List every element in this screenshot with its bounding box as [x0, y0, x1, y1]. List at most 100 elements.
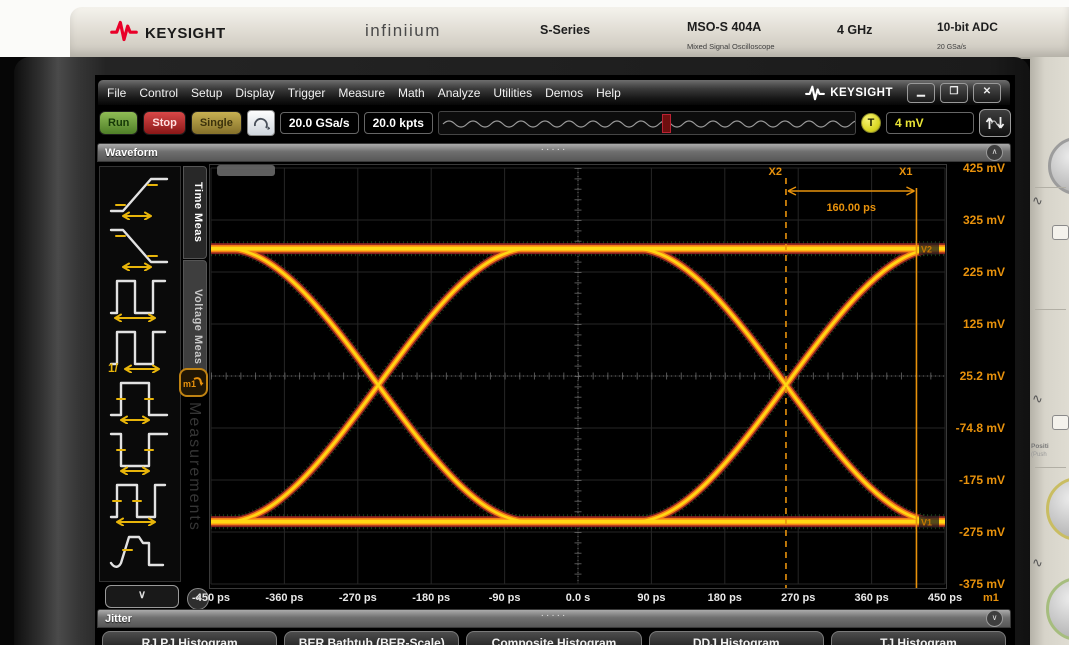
chevron-up-icon[interactable]: ∧ [986, 144, 1003, 161]
svg-text:X1: X1 [899, 166, 912, 178]
measurement-icon-period[interactable] [103, 271, 177, 322]
stop-button[interactable]: Stop [143, 111, 185, 135]
trigger-level-field[interactable]: 4 mV [886, 112, 974, 134]
oscilloscope-screenshot: KEYSIGHT infiniium S-Series MSO-S 404A M… [0, 0, 1069, 645]
measurement-icon-frequency[interactable]: 1/ [103, 322, 177, 373]
measurement-icon-rise-time[interactable] [103, 169, 177, 220]
drag-handle-dots[interactable]: ····· [541, 610, 568, 621]
y-axis-label: 225 mV [963, 265, 1005, 279]
front-panel-label: Positi [1031, 443, 1049, 450]
front-panel-knob-scale[interactable] [1046, 577, 1069, 641]
y-axis-label: -74.8 mV [956, 421, 1005, 435]
measurement-icon-positive-width[interactable] [103, 373, 177, 424]
sample-rate-field[interactable]: 20.0 GSa/s [280, 112, 359, 134]
x-axis-label: 450 ps [928, 592, 962, 604]
front-panel-label: (Push [1031, 452, 1047, 458]
menu-item-control[interactable]: Control [139, 86, 178, 100]
menu-item-utilities[interactable]: Utilities [493, 86, 532, 100]
preview-waveform [439, 112, 855, 134]
toolbar: Run Stop Single 20.0 GSa/s 20.0 kpts T 4… [99, 109, 1011, 137]
touch-gesture-button[interactable] [247, 110, 275, 136]
measurement-icon-overshoot[interactable] [103, 526, 177, 577]
menu-bar: File Control Setup Display Trigger Measure Mat… [97, 79, 1011, 106]
menu-item-math[interactable]: Math [398, 86, 425, 100]
gesture-icon [252, 115, 270, 131]
instrument-bezel: KEYSIGHT infiniium S-Series MSO-S 404A M… [70, 7, 1069, 59]
product-name: infiniium [365, 21, 441, 41]
memory-depth-field[interactable]: 20.0 kpts [364, 112, 433, 134]
acquisition-preview-strip[interactable] [438, 111, 856, 135]
waveform-area: 1/ ∨ Time Meas Voltage Meas Measurements… [97, 164, 1011, 607]
sine-icon: ∿ [1032, 555, 1043, 571]
x-axis-label: 90 ps [637, 592, 665, 604]
y-axis-label: -275 mV [959, 525, 1005, 539]
menu-item-file[interactable]: File [107, 86, 126, 100]
measurement-icon-duty-cycle[interactable] [103, 475, 177, 526]
menu-item-display[interactable]: Display [235, 86, 274, 100]
drag-handle-dots[interactable]: ····· [541, 144, 568, 155]
tab-time-meas[interactable]: Time Meas [183, 166, 207, 259]
y-axis-label: 25.2 mV [960, 369, 1005, 383]
m1-marker-handle[interactable]: m1 [179, 368, 208, 397]
menubar-right: KEYSIGHT ▁ ❐ ✕ [805, 83, 1001, 103]
menu-item-measure[interactable]: Measure [338, 86, 385, 100]
jitter-panel-title: Jitter [105, 613, 132, 625]
svg-text:V2: V2 [921, 245, 932, 255]
histogram-button-1[interactable]: RJ,PJ Histogram [102, 631, 277, 645]
jitter-panel-header[interactable]: Jitter ····· ∨ [97, 609, 1011, 628]
histogram-button-4[interactable]: DDJ Histogram [649, 631, 824, 645]
y-axis-label: -175 mV [959, 473, 1005, 487]
chevron-down-icon[interactable]: ∨ [986, 610, 1003, 627]
waveform-panel-header[interactable]: Waveform ····· ∧ [97, 143, 1011, 162]
voltage-axis-labels: 425 mV 325 mV 225 mV 125 mV 25.2 mV -74.8 mV -… [947, 164, 1009, 607]
keysight-logo-icon [110, 20, 138, 47]
series-name: S-Series [540, 23, 590, 37]
model-label: MSO-S 404A Mixed Signal Oscilloscope [687, 18, 775, 53]
minimize-button[interactable]: ▁ [907, 83, 935, 103]
histogram-button-5[interactable]: TJ Histogram [831, 631, 1006, 645]
palette-scroll-down-button[interactable]: ∨ [105, 585, 179, 608]
maximize-button[interactable]: ❐ [940, 83, 968, 103]
svg-text:m1: m1 [183, 379, 196, 389]
close-button[interactable]: ✕ [973, 83, 1001, 103]
menu-item-help[interactable]: Help [596, 86, 621, 100]
trigger-source-badge[interactable]: T [861, 113, 881, 133]
front-panel-button[interactable] [1052, 415, 1069, 430]
plot-corner-tab[interactable] [217, 165, 275, 176]
y-axis-label: 425 mV [963, 161, 1005, 175]
jitter-histogram-buttons: RJ,PJ Histogram BER Bathtub (BER-Scale) Co… [97, 631, 1011, 645]
menu-item-setup[interactable]: Setup [191, 86, 222, 100]
y-axis-label: -375 mV [959, 577, 1005, 591]
measurement-icon-negative-width[interactable] [103, 424, 177, 475]
y-axis-label: 325 mV [963, 213, 1005, 227]
run-button[interactable]: Run [99, 111, 138, 135]
x-axis-label: 0.0 s [566, 592, 590, 604]
m1-axis-label: m1 [983, 592, 999, 604]
eye-diagram-svg[interactable]: X2X1160.00 psV2V1 [209, 164, 947, 589]
eye-diagram-plot[interactable]: X2X1160.00 psV2V1 [209, 164, 947, 589]
screen-bezel: File Control Setup Display Trigger Measure Mat… [14, 57, 1030, 645]
vertical-scale-icon [985, 114, 1005, 132]
time-axis-labels: -450 ps-360 ps-270 ps-180 ps-90 ps0.0 s9… [209, 591, 947, 607]
bandwidth-label: 4 GHz [837, 23, 872, 37]
svg-text:1/: 1/ [108, 361, 119, 373]
menu-item-analyze[interactable]: Analyze [438, 86, 481, 100]
histogram-button-2[interactable]: BER Bathtub (BER-Scale) [284, 631, 459, 645]
front-panel-knob-position[interactable] [1046, 477, 1069, 541]
single-button[interactable]: Single [191, 111, 242, 135]
keysight-logo-menubar: KEYSIGHT [805, 85, 893, 101]
y-axis-label: 125 mV [963, 317, 1005, 331]
measurement-icon-fall-time[interactable] [103, 220, 177, 271]
keysight-brand: KEYSIGHT [110, 20, 226, 47]
histogram-button-3[interactable]: Composite Histogram [466, 631, 641, 645]
measurement-icon-palette: 1/ [99, 166, 181, 582]
front-panel-button[interactable] [1052, 225, 1069, 240]
x-axis-label: 360 ps [854, 592, 888, 604]
x-axis-label: 270 ps [781, 592, 815, 604]
front-panel: ∿ ∿ Positi (Push ∿ ∿ [1030, 57, 1069, 645]
lcd-screen: File Control Setup Display Trigger Measure Mat… [95, 75, 1015, 645]
trigger-position-marker[interactable] [662, 114, 671, 133]
menu-item-trigger[interactable]: Trigger [288, 86, 326, 100]
vertical-scale-button[interactable] [979, 109, 1011, 137]
menu-item-demos[interactable]: Demos [545, 86, 583, 100]
